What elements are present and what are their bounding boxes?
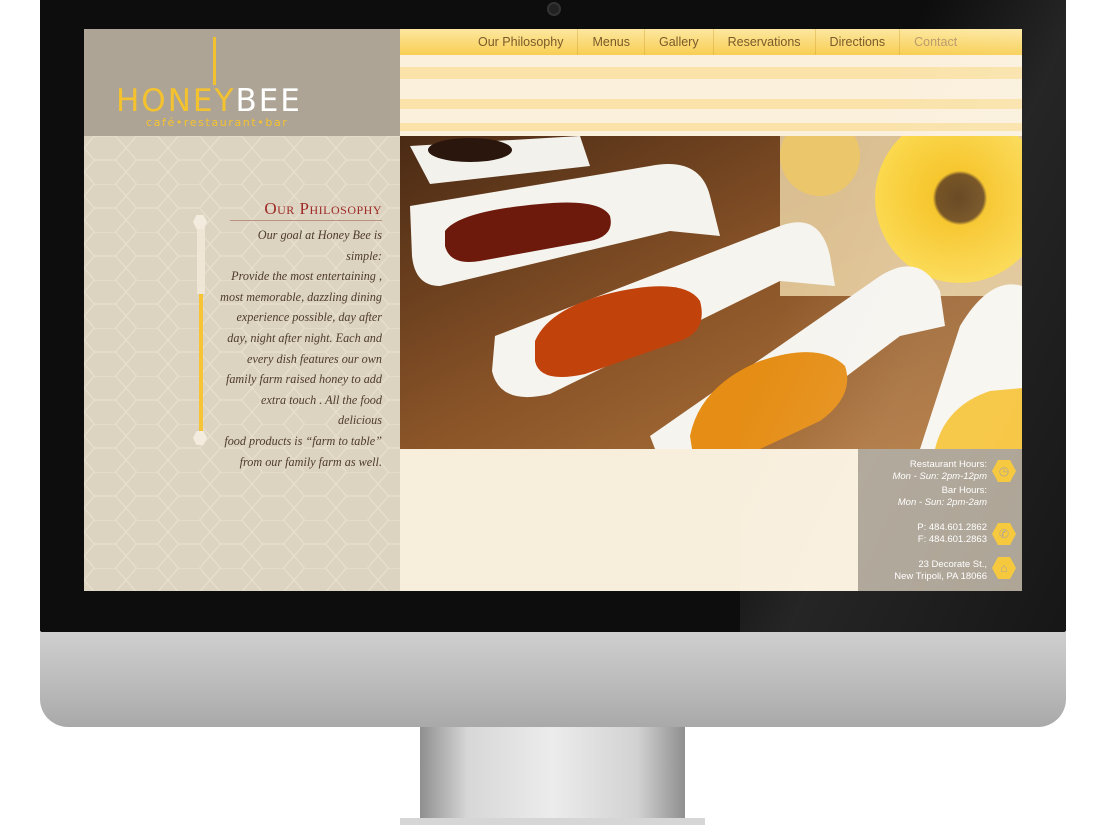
- logo-e: E: [192, 83, 215, 119]
- logo-bee: BEE: [235, 83, 302, 119]
- header-stripes: [400, 55, 1022, 136]
- address-street: 23 Decorate St.,: [918, 559, 987, 570]
- hero-image-honey-spoons: [400, 136, 1022, 449]
- philosophy-line: Provide the most entertaining ,: [231, 269, 382, 284]
- logo-tagline: café•restaurant•bar: [146, 116, 289, 129]
- philosophy-line: most memorable, dazzling dining: [220, 289, 382, 304]
- phone-number[interactable]: P: 484.601.2862: [917, 522, 987, 533]
- philosophy-text: Our goal at Honey Bee is simple: Provide…: [220, 225, 382, 472]
- info-panel: Restaurant Hours: Mon - Sun: 2pm-12pm Ba…: [858, 449, 1022, 591]
- bar-hours: Mon - Sun: 2pm-2am: [897, 497, 987, 508]
- philosophy-line: experience possible, day after: [236, 310, 382, 325]
- nav-directions[interactable]: Directions: [814, 29, 900, 55]
- logo-y: Y: [214, 83, 236, 119]
- monitor-chin: [40, 632, 1066, 727]
- restaurant-hours-label: Restaurant Hours:: [909, 459, 987, 470]
- restaurant-hours: Mon - Sun: 2pm-12pm: [892, 471, 987, 482]
- philosophy-line: every dish features our own: [247, 351, 382, 366]
- nav-contact[interactable]: Contact: [899, 29, 971, 55]
- logo[interactable]: HONEYBEE café•restaurant•bar: [84, 29, 400, 136]
- philosophy-line: extra touch . All the food delicious: [261, 392, 382, 428]
- stripe: [400, 67, 1022, 79]
- fax-number: F: 484.601.2863: [917, 534, 987, 545]
- philosophy-line: family farm raised honey to add: [225, 372, 382, 387]
- logo-honey-drip: [213, 37, 216, 85]
- nav-gallery[interactable]: Gallery: [644, 29, 713, 55]
- philosophy-line: day, night after night. Each and: [227, 330, 382, 345]
- philosophy-line: Our goal at Honey Bee is simple:: [257, 228, 382, 263]
- left-column: HONEYBEE café•restaurant•bar Our Philoso…: [84, 29, 400, 591]
- bar-hours-label: Bar Hours:: [941, 485, 987, 496]
- camera: [547, 2, 561, 16]
- address-city: New Tripoli, PA 18066: [894, 571, 987, 582]
- philosophy-line: food products is “farm to table”: [224, 433, 382, 448]
- honey-spoons-illustration: [400, 136, 1022, 449]
- philosophy-line: from our family farm as well.: [239, 454, 382, 469]
- stripe: [400, 123, 1022, 131]
- nav-our-philosophy[interactable]: Our Philosophy: [464, 29, 577, 55]
- website-screen: HONEYBEE café•restaurant•bar Our Philoso…: [84, 29, 1022, 591]
- home-icon: ⌂: [992, 557, 1016, 579]
- logo-honey: HON: [116, 83, 193, 119]
- main-nav: Our Philosophy Menus Gallery Reservation…: [400, 29, 1022, 55]
- nav-reservations[interactable]: Reservations: [712, 29, 815, 55]
- nav-menus[interactable]: Menus: [577, 29, 644, 55]
- content-area: [400, 449, 858, 591]
- philosophy-divider: [230, 220, 382, 221]
- stripe: [400, 99, 1022, 109]
- clock-icon: ◷: [992, 460, 1016, 482]
- philosophy-title: Our Philosophy: [264, 199, 382, 218]
- monitor-stand: [420, 727, 685, 825]
- logo-wordmark: HONEYBEE: [116, 83, 302, 119]
- stand-base: [400, 818, 705, 825]
- scroll-thumb[interactable]: [197, 224, 205, 294]
- phone-icon: ✆: [992, 523, 1016, 545]
